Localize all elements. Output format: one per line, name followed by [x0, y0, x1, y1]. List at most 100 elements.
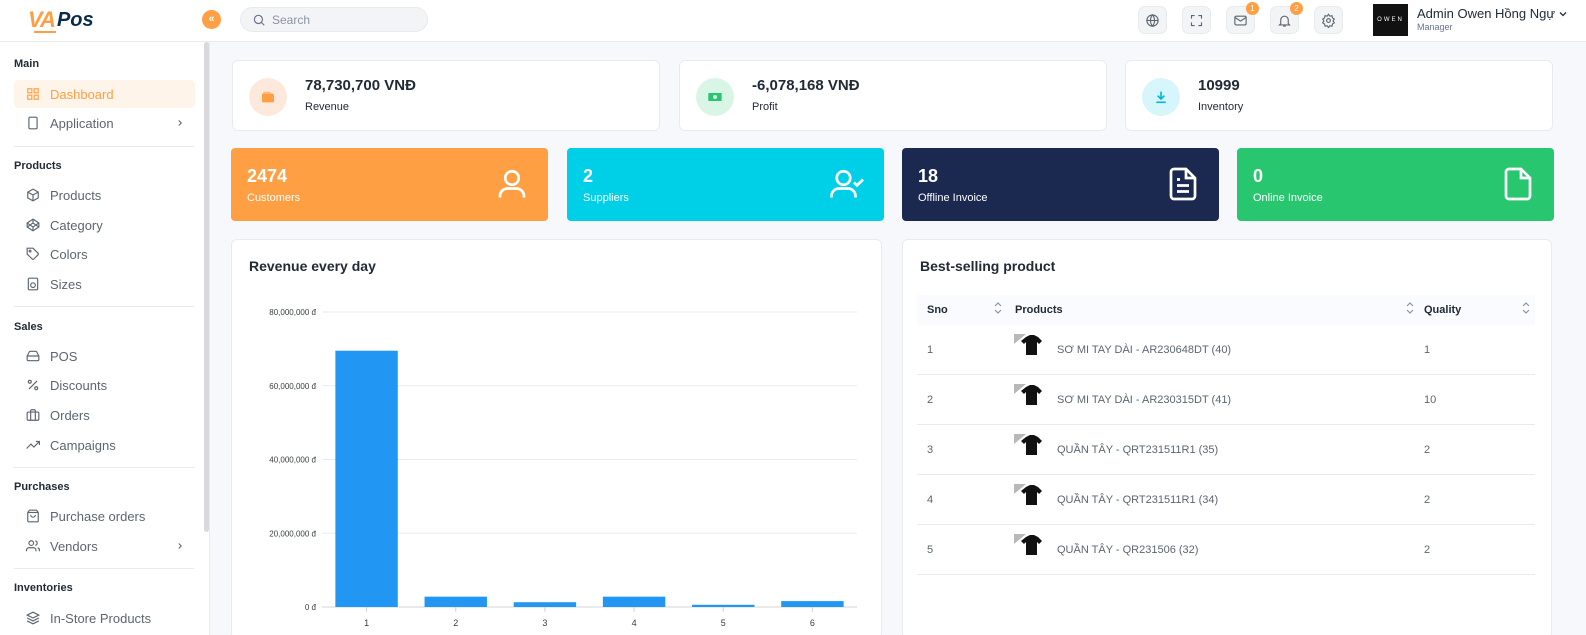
suppliers-label: Suppliers	[583, 192, 629, 204]
chevron-right-icon	[178, 543, 182, 549]
bell-icon	[1278, 15, 1291, 27]
user-icon	[498, 169, 526, 198]
count-card-online-invoice: 0 Online Invoice	[1237, 148, 1554, 221]
table-row[interactable]: 2 SƠ MI TAY DÀI - AR230315DT (41) 10	[917, 375, 1535, 425]
percent-icon	[27, 379, 39, 391]
revenue-chart-title: Revenue every day	[249, 258, 376, 274]
customers-label: Customers	[247, 192, 301, 204]
product-thumbnail	[1014, 484, 1042, 505]
column-header-products[interactable]: Products	[1015, 304, 1063, 316]
sidebar-item-label: Campaigns	[50, 437, 116, 453]
user-role: Manager	[1417, 22, 1453, 32]
product-thumbnail	[1014, 434, 1042, 455]
sidebar-divider	[14, 306, 194, 307]
file-text-icon	[1169, 167, 1197, 201]
sidebar-item-category[interactable]: Category	[14, 211, 195, 239]
revenue-value: 78,730,700 VNĐ	[305, 77, 416, 94]
online-invoice-label: Online Invoice	[1253, 192, 1323, 204]
hard-drive-icon	[26, 350, 40, 362]
product-thumbnail	[1014, 334, 1042, 355]
row-product-name[interactable]: QUẦN TÂY - QRT231511R1 (35)	[1057, 444, 1218, 456]
file-icon	[1504, 167, 1532, 201]
sidebar-item-application[interactable]: Application	[14, 109, 195, 137]
search-input[interactable]	[272, 11, 422, 29]
grid-icon	[27, 88, 39, 100]
logo-text-pos: Pos	[56, 8, 94, 31]
row-product-name[interactable]: QUẦN TÂY - QRT231511R1 (34)	[1057, 494, 1218, 506]
sidebar-item-label: Vendors	[50, 538, 98, 554]
online-invoice-count: 0	[1253, 166, 1264, 186]
inventory-value: 10999	[1198, 77, 1240, 94]
sort-icon[interactable]	[994, 301, 1002, 315]
language-button[interactable]	[1138, 6, 1167, 34]
revenue-icon-circle	[249, 78, 287, 116]
table-row[interactable]: 4 QUẦN TÂY - QRT231511R1 (34) 2	[917, 475, 1535, 525]
sidebar-item-label: In-Store Products	[50, 610, 152, 626]
sidebar-item-orders[interactable]: Orders	[14, 401, 195, 429]
messages-button[interactable]: 1	[1226, 2, 1259, 34]
sidebar-item-products[interactable]: Products	[14, 181, 195, 209]
sidebar-item-colors[interactable]: Colors	[14, 240, 195, 268]
column-header-sno[interactable]: Sno	[927, 304, 948, 316]
sidebar-section-main: Main	[14, 58, 40, 70]
sidebar-item-sizes[interactable]: Sizes	[14, 270, 195, 298]
sidebar-item-discounts[interactable]: Discounts	[14, 371, 195, 399]
search-box[interactable]	[240, 7, 428, 32]
shopping-bag-icon	[27, 509, 39, 523]
sidebar-item-pos[interactable]: POS	[14, 342, 195, 370]
sidebar-item-label: Colors	[50, 246, 88, 262]
row-sno: 4	[927, 494, 934, 506]
logo-cart-mark	[34, 29, 56, 33]
offline-invoice-label: Offline Invoice	[918, 192, 988, 204]
count-card-suppliers: 2 Suppliers	[567, 148, 884, 221]
chevron-right-icon	[178, 120, 182, 126]
sidebar-divider	[14, 146, 194, 147]
trending-up-icon	[26, 440, 40, 449]
sidebar-item-vendors[interactable]: Vendors	[14, 532, 195, 560]
settings-icon	[1321, 12, 1336, 28]
table-row[interactable]: 3 QUẦN TÂY - QRT231511R1 (35) 2	[917, 425, 1535, 475]
row-product-name[interactable]: SƠ MI TAY DÀI - AR230315DT (41)	[1057, 394, 1231, 406]
product-thumbnail	[1014, 384, 1042, 405]
sidebar-item-label: Sizes	[50, 276, 82, 292]
sort-icon[interactable]	[1522, 301, 1530, 315]
settings-button[interactable]	[1314, 6, 1343, 34]
fullscreen-button[interactable]	[1182, 6, 1211, 34]
sidebar-item-dashboard[interactable]: Dashboard	[14, 80, 195, 108]
table-row[interactable]: 5 QUẦN TÂY - QR231506 (32) 2	[917, 525, 1535, 575]
row-product-name[interactable]: SƠ MI TAY DÀI - AR230648DT (40)	[1057, 344, 1231, 356]
app-logo[interactable]: VA Pos	[28, 7, 94, 33]
sidebar-section-products: Products	[14, 160, 62, 172]
table-row[interactable]: 1 SƠ MI TAY DÀI - AR230648DT (40) 1	[917, 325, 1535, 375]
sidebar-divider	[14, 467, 194, 468]
codepen-icon	[26, 218, 40, 232]
suppliers-count: 2	[583, 166, 594, 186]
sidebar-collapse-button[interactable]: «	[202, 10, 221, 29]
speaker-icon	[27, 277, 39, 291]
fullscreen-icon	[1190, 14, 1203, 26]
stat-card-revenue: 78,730,700 VNĐ Revenue	[232, 60, 660, 131]
table-header: Sno Products Quality	[917, 295, 1535, 325]
row-product-name[interactable]: QUẦN TÂY - QR231506 (32)	[1057, 544, 1198, 556]
sidebar-item-in-store-products[interactable]: In-Store Products	[14, 604, 195, 632]
notifications-button[interactable]: 2	[1270, 2, 1303, 34]
user-check-icon	[830, 169, 864, 198]
layers-icon	[26, 611, 40, 625]
column-header-quality[interactable]: Quality	[1424, 304, 1461, 316]
download-icon	[1156, 91, 1166, 104]
sort-icon[interactable]	[1406, 301, 1414, 315]
sidebar-divider	[14, 568, 194, 569]
sidebar-item-campaigns[interactable]: Campaigns	[14, 431, 195, 459]
user-name[interactable]: Admin Owen Hồng Ngự	[1417, 6, 1555, 21]
globe-icon	[1146, 13, 1159, 27]
cash-icon	[708, 93, 722, 101]
sidebar-scrollbar[interactable]	[204, 42, 209, 532]
user-avatar[interactable]: OWEN	[1373, 4, 1408, 36]
row-quality: 1	[1424, 344, 1431, 356]
sidebar-item-purchase-orders[interactable]: Purchase orders	[14, 502, 195, 530]
chevron-down-icon[interactable]	[1557, 8, 1569, 20]
sidebar-item-label: Products	[50, 187, 102, 203]
count-card-offline-invoice: 18 Offline Invoice	[902, 148, 1219, 221]
sidebar-item-label: POS	[50, 348, 78, 364]
customers-count: 2474	[247, 166, 288, 186]
